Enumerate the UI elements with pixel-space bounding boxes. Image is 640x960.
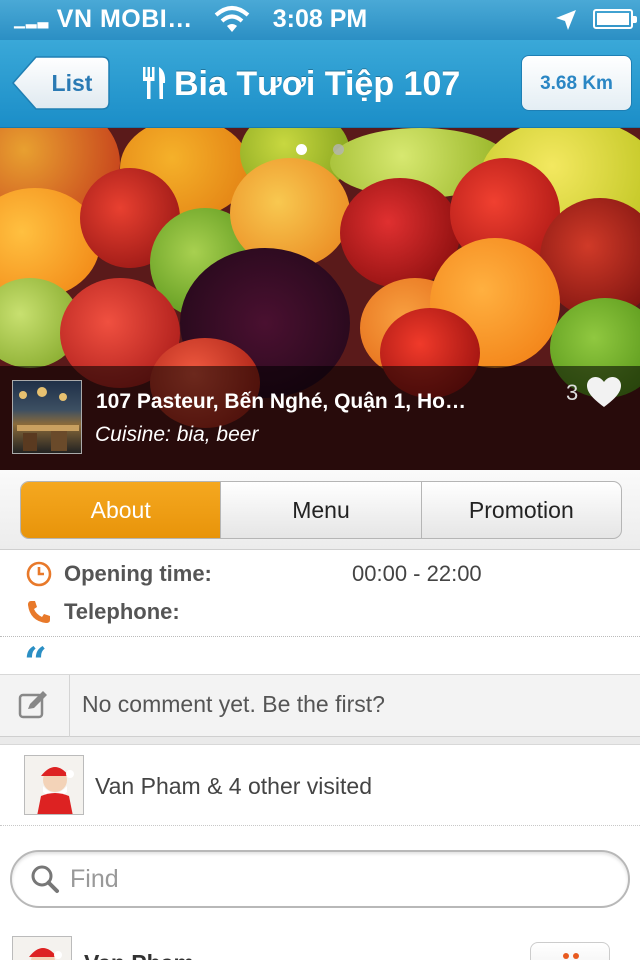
visited-row[interactable]: Van Pham & 4 other visited	[0, 745, 640, 826]
santa-avatar-image	[25, 756, 83, 814]
back-label: List	[51, 70, 93, 96]
compose-icon-box[interactable]	[0, 675, 70, 737]
back-list-button[interactable]: List	[12, 56, 110, 110]
heart-icon[interactable]	[586, 376, 622, 408]
navigation-bar: List Bia Tươi Tiệp 107 3.68 Km	[0, 40, 640, 128]
battery-icon	[593, 9, 637, 29]
search-icon	[31, 865, 59, 893]
location-arrow-icon	[556, 10, 576, 30]
distance-button[interactable]: 3.68 Km	[521, 55, 632, 111]
page-dot-2[interactable]	[333, 144, 344, 155]
phone-icon	[28, 601, 50, 623]
compose-icon	[18, 691, 47, 719]
search-box[interactable]	[10, 850, 630, 908]
telephone-row[interactable]: Telephone:	[0, 595, 640, 631]
restaurant-address: 107 Pasteur, Bến Nghé, Quận 1, Ho…	[96, 390, 466, 413]
fork-knife-icon	[143, 67, 166, 100]
search-input[interactable]	[70, 860, 610, 898]
more-options-button[interactable]	[530, 942, 610, 960]
status-bar: ▁▂▃ VN MOBI… 3:08 PM	[0, 0, 640, 40]
details-section: Opening time: 00:00 - 22:00 Telephone:	[0, 551, 640, 637]
tab-promotion[interactable]: Promotion	[420, 482, 621, 538]
restaurant-cuisine: Cuisine: bia, beer	[95, 423, 259, 446]
page-title: Bia Tươi Tiệp 107	[140, 40, 460, 128]
quote-row: “	[0, 637, 640, 683]
status-time: 3:08 PM	[272, 5, 368, 33]
tab-menu[interactable]: Menu	[220, 482, 420, 538]
hero-photo[interactable]: 107 Pasteur, Bến Nghé, Quận 1, Ho… Cuisi…	[0, 128, 640, 470]
santa-avatar-image	[13, 937, 71, 960]
opening-time-row: Opening time: 00:00 - 22:00	[0, 557, 640, 593]
page-indicator[interactable]	[0, 142, 640, 160]
avatar[interactable]	[12, 936, 72, 960]
search-section	[0, 826, 640, 922]
restaurant-info-overlay: 107 Pasteur, Bến Nghé, Quận 1, Ho… Cuisi…	[0, 366, 640, 470]
avatar[interactable]	[24, 755, 84, 815]
telephone-label: Telephone:	[64, 599, 180, 624]
clock-icon	[26, 561, 52, 587]
page-dot-1[interactable]	[296, 144, 307, 155]
like-count: 3	[566, 380, 579, 405]
opening-time-value: 00:00 - 22:00	[352, 561, 482, 586]
segment-control: About Menu Promotion	[20, 481, 622, 539]
title-text: Bia Tươi Tiệp 107	[174, 65, 461, 103]
restaurant-thumbnail[interactable]	[12, 380, 82, 454]
visited-text: Van Pham & 4 other visited	[95, 773, 372, 799]
section-divider	[0, 737, 640, 745]
comment-prompt[interactable]: No comment yet. Be the first?	[82, 691, 385, 718]
segment-control-bar: About Menu Promotion	[0, 470, 640, 550]
add-comment-row[interactable]: No comment yet. Be the first?	[0, 675, 640, 737]
tab-about[interactable]: About	[21, 482, 221, 538]
list-item-name: Van Pham	[84, 950, 194, 960]
list-item[interactable]: Van Pham	[0, 922, 640, 960]
opening-time-label: Opening time:	[64, 561, 212, 586]
